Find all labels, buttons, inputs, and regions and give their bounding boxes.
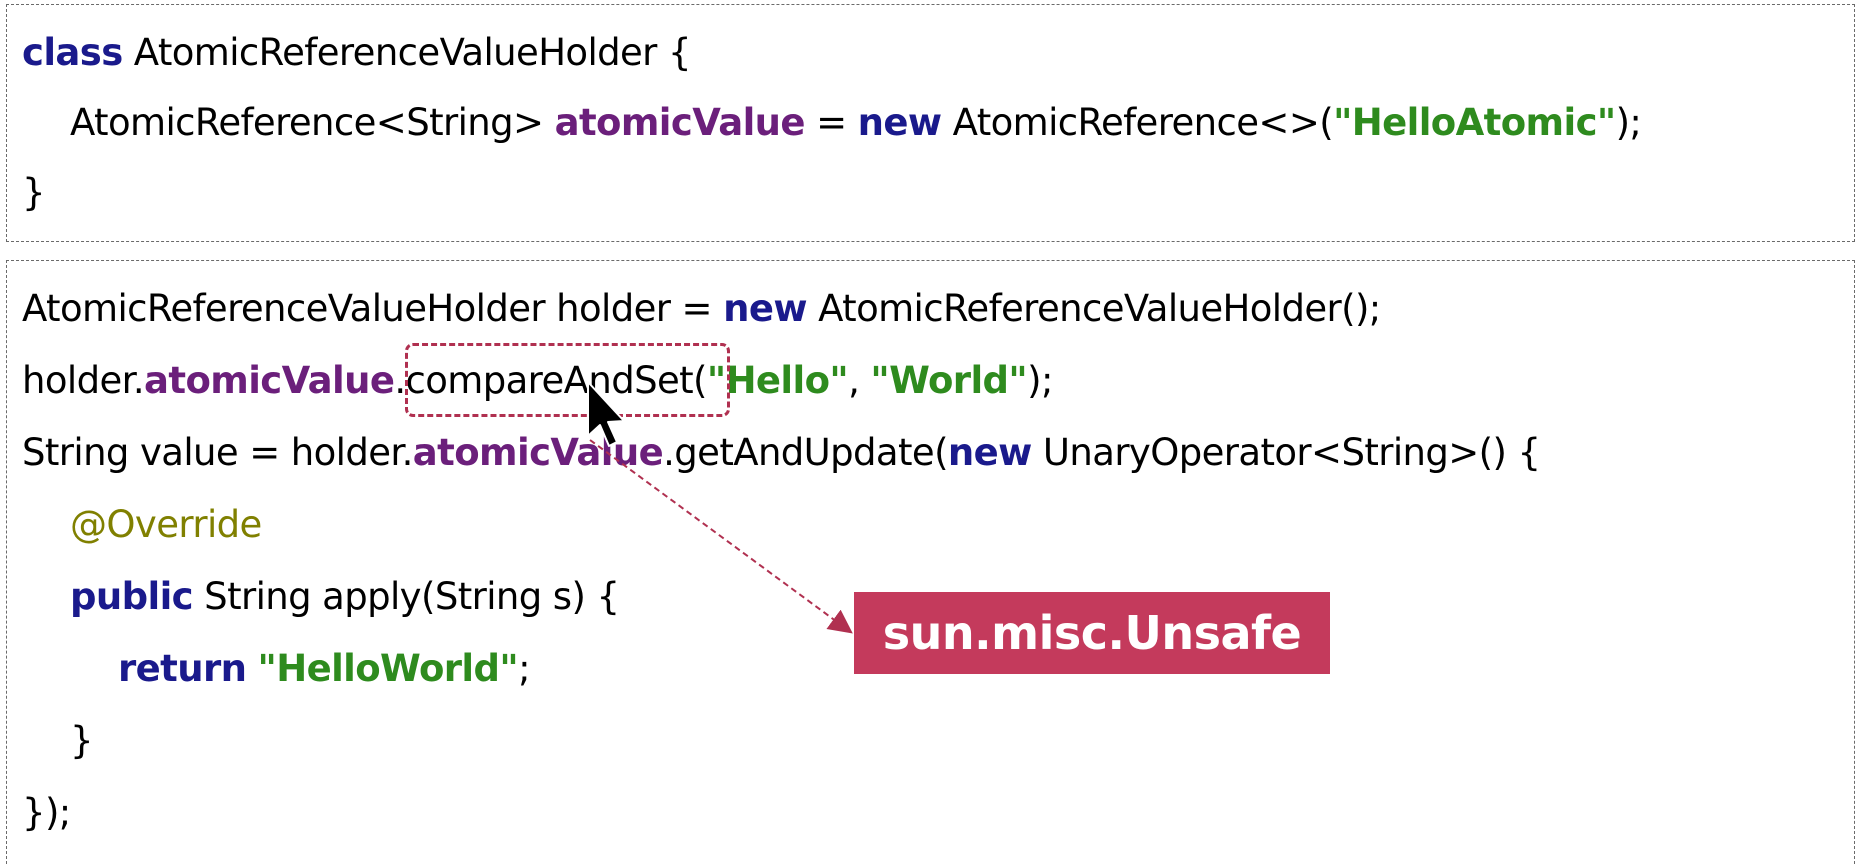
code-line-holder-init: AtomicReferenceValueHolder holder = new …: [22, 284, 1381, 334]
class-name: AtomicReferenceValueHolder {: [122, 31, 692, 74]
value-decl: String value = holder.: [22, 431, 413, 474]
keyword-public: public: [70, 575, 194, 618]
code-line-close-call: });: [22, 791, 71, 834]
field-name: atomicValue: [144, 359, 395, 402]
code-line-return: return "HelloWorld";: [118, 644, 531, 694]
code-line-close-brace: }: [22, 171, 46, 214]
string-literal: "HelloWorld": [257, 647, 519, 690]
apply-signature: String apply(String s) {: [193, 575, 620, 618]
keyword-new: new: [723, 287, 807, 330]
code-line-get-and-update: String value = holder.atomicValue.getAnd…: [22, 428, 1541, 478]
code-line-class-decl: class AtomicReferenceValueHolder {: [22, 28, 692, 78]
keyword-new: new: [947, 431, 1032, 474]
usage-code-box: [6, 260, 1855, 864]
holder-ref: holder.: [22, 359, 145, 402]
keyword-new: new: [857, 101, 942, 144]
statement-end: ;: [518, 647, 530, 690]
string-literal: "HelloAtomic": [1333, 101, 1616, 144]
assign-op: =: [804, 101, 858, 144]
statement-end: );: [1615, 101, 1642, 144]
code-line-field-decl: AtomicReference<String> atomicValue = ne…: [70, 98, 1642, 148]
statement-end: );: [1027, 359, 1053, 402]
code-line-apply-method: public String apply(String s) {: [70, 572, 620, 622]
field-name: atomicValue: [554, 101, 806, 144]
method-get-and-update: .getAndUpdate(: [663, 431, 948, 474]
code-line-close-method: }: [70, 719, 94, 762]
constructor-call: AtomicReference<>(: [941, 101, 1334, 144]
keyword-class: class: [22, 31, 123, 74]
field-type: AtomicReference<String>: [70, 101, 555, 144]
holder-decl: AtomicReferenceValueHolder holder =: [22, 287, 724, 330]
holder-ctor: AtomicReferenceValueHolder();: [806, 287, 1381, 330]
comma: ,: [848, 359, 871, 402]
compare-and-set-highlight: [405, 343, 730, 417]
unary-operator: UnaryOperator<String>() {: [1031, 431, 1541, 474]
keyword-return: return: [118, 647, 247, 690]
code-line-annotation: @Override: [70, 503, 262, 546]
unsafe-callout-label: sun.misc.Unsafe: [854, 592, 1330, 674]
string-literal: "World": [870, 359, 1028, 402]
field-name: atomicValue: [412, 431, 664, 474]
